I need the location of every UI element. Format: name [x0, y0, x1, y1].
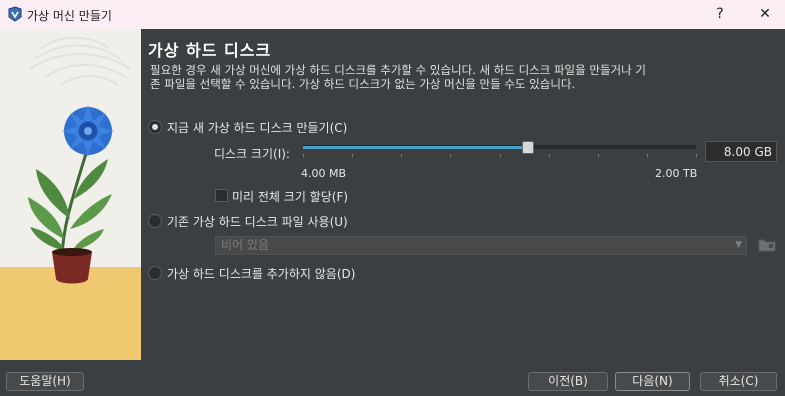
- slider-tick: [696, 154, 697, 157]
- disk-size-input[interactable]: 8.00 GB: [705, 141, 777, 162]
- next-button[interactable]: 다음(N): [615, 372, 690, 391]
- back-button[interactable]: 이전(B): [528, 372, 608, 391]
- app-icon: [8, 6, 22, 22]
- disk-size-slider-fill: [303, 146, 527, 149]
- close-icon[interactable]: ✕: [751, 4, 779, 24]
- preallocate-label[interactable]: 미리 전체 크기 할당(F): [232, 188, 348, 205]
- use-existing-disk-radio[interactable]: [148, 214, 162, 228]
- folder-icon[interactable]: [757, 235, 777, 255]
- slider-tick: [549, 154, 550, 157]
- existing-disk-select-value: 비어 있음: [221, 238, 269, 252]
- wizard-illustration: [0, 29, 141, 360]
- page-description: 필요한 경우 새 가상 머신에 가상 하드 디스크를 추가할 수 있습니다. 새…: [150, 63, 646, 91]
- preallocate-checkbox[interactable]: [215, 189, 228, 202]
- slider-tick: [401, 154, 402, 157]
- disk-size-label: 디스크 크기(I):: [214, 147, 290, 161]
- slider-tick: [598, 154, 599, 157]
- slider-tick: [647, 154, 648, 157]
- create-new-disk-label[interactable]: 지금 새 가상 하드 디스크 만들기(C): [167, 119, 347, 136]
- existing-disk-select[interactable]: 비어 있음 ▼: [215, 236, 747, 255]
- use-existing-disk-label[interactable]: 기존 가상 하드 디스크 파일 사용(U): [167, 213, 348, 230]
- disk-size-min-label: 4.00 MB: [301, 167, 347, 180]
- slider-tick: [450, 154, 451, 157]
- cancel-button[interactable]: 취소(C): [700, 372, 777, 391]
- main-panel: 가상 하드 디스크 필요한 경우 새 가상 머신에 가상 하드 디스크를 추가할…: [141, 29, 785, 360]
- disk-size-slider[interactable]: [303, 141, 696, 154]
- slider-tick: [500, 154, 501, 157]
- help-button[interactable]: 도움말(H): [6, 372, 84, 391]
- window-title: 가상 머신 만들기: [27, 9, 112, 23]
- button-bar: 도움말(H) 이전(B) 다음(N) 취소(C): [0, 360, 785, 396]
- page-title: 가상 하드 디스크: [148, 41, 272, 60]
- help-icon[interactable]: ?: [706, 4, 734, 24]
- chevron-down-icon: ▼: [735, 240, 742, 250]
- disk-size-slider-handle[interactable]: [522, 141, 534, 154]
- slider-tick: [303, 154, 304, 157]
- disk-size-max-label: 2.00 TB: [655, 167, 698, 180]
- slider-tick: [352, 154, 353, 157]
- no-disk-radio[interactable]: [148, 266, 162, 280]
- no-disk-label[interactable]: 가상 하드 디스크를 추가하지 않음(D): [167, 265, 355, 282]
- create-new-disk-radio[interactable]: [148, 120, 162, 134]
- title-bar: 가상 머신 만들기 ? ✕: [0, 0, 785, 29]
